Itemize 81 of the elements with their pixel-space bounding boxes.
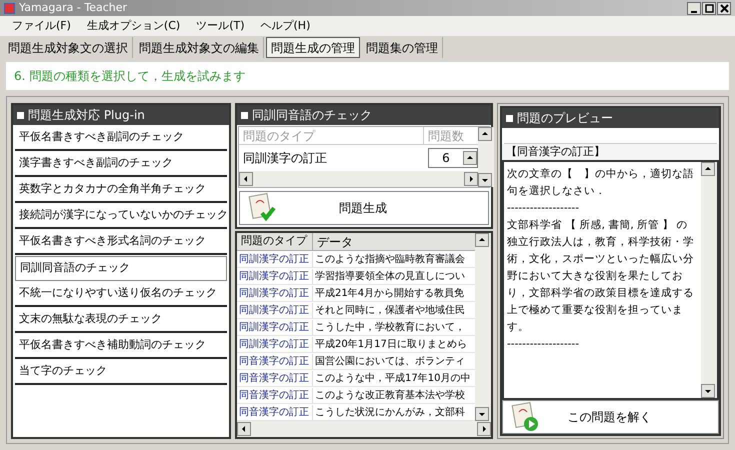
panel-title: 問題生成対応 Plug-in <box>28 107 145 124</box>
table-cell-text: こうした中，学校教育において， <box>314 320 466 334</box>
menu-item[interactable]: 生成オプション(C) <box>86 18 180 34</box>
table-cell-text: 平成21年4月から開始する教員免 <box>314 286 466 300</box>
table-cell: 同音漢字の訂正 <box>237 370 313 386</box>
plugin-item[interactable]: 漢字書きすべき副詞のチェック <box>15 152 227 177</box>
table-cell: 同音漢字の訂正 <box>237 354 313 368</box>
tab[interactable]: 問題生成対象文の選択 <box>4 37 133 58</box>
plugin-item[interactable]: 英数字とカタカナの全角半角チェック <box>15 178 227 203</box>
table-cell: 同訓漢字の訂正 <box>237 268 313 284</box>
plugin-item[interactable]: 文末の無駄な表現のチェック <box>15 308 227 333</box>
plugin-item[interactable]: 不統一になりやすい送り仮名のチェック <box>15 282 227 307</box>
table-cell: 同音漢字の訂正 <box>237 404 313 420</box>
document-check-icon <box>248 193 278 223</box>
preview-heading: 【同音漢字の訂正】 <box>502 144 719 160</box>
column-header: 問題のタイプ <box>239 127 424 144</box>
app-icon <box>4 2 15 14</box>
plugin-item[interactable]: 平仮名書きすべき補助動詞のチェック <box>15 334 227 359</box>
close-icon[interactable] <box>717 2 731 14</box>
tab[interactable]: 問題生成の管理 <box>266 37 360 58</box>
table-cell: 同訓漢字の訂正 <box>237 252 313 266</box>
preview-text: 文部科学省 【 所感, 書簡, 所管 】 の独立行政法人は，教育，科学技術・学術，文化，スポーツといった幅広い分野において大きな役割を果たしており，文部科学省の政策目標を達成する上で極めて重要な役割を担っています。 <box>507 218 695 335</box>
vertical-scrollbar[interactable] <box>701 162 717 398</box>
preview-text: ------------------- <box>507 337 580 352</box>
scroll-down-icon[interactable] <box>701 384 715 398</box>
column-header: データ <box>316 234 354 250</box>
minimize-icon[interactable] <box>687 2 701 14</box>
maximize-icon[interactable] <box>702 2 716 14</box>
table-cell-text: このような改正教育基本法や学校 <box>314 388 466 402</box>
scroll-up-icon[interactable] <box>478 127 492 141</box>
scroll-right-icon[interactable] <box>464 172 478 186</box>
table-cell-text: 平成20年1月17日に取りまとめら <box>314 338 468 352</box>
instruction-text: 6. 問題の種類を選択して，生成を試みます <box>6 62 729 90</box>
menu-item[interactable]: ヘルプ(H) <box>260 18 310 34</box>
table-cell-text: 国営公園においては、ボランティ <box>314 354 466 368</box>
tab[interactable]: 問題生成対象文の編集 <box>135 37 264 58</box>
panel-title: 問題のプレビュー <box>517 110 613 127</box>
menu-item[interactable]: ツール(T) <box>196 18 244 34</box>
plugin-item[interactable]: 接続詞が漢字になっていないかのチェック <box>15 204 227 229</box>
vertical-scrollbar[interactable] <box>475 233 491 421</box>
scroll-up-icon[interactable] <box>475 233 489 247</box>
generate-button[interactable]: 問題生成 <box>239 191 489 225</box>
table-cell: 同訓漢字の訂正 <box>237 336 313 352</box>
table-cell-text: 学習指導要領全体の見直しについ <box>314 270 466 284</box>
horizontal-scrollbar[interactable] <box>239 171 478 187</box>
square-icon <box>506 114 513 122</box>
horizontal-scrollbar[interactable] <box>237 421 491 437</box>
table-cell: 同訓漢字の訂正 <box>237 286 313 300</box>
window-title: Yamagara - Teacher <box>19 0 128 16</box>
column-header: 問題のタイプ <box>237 233 313 250</box>
vertical-scrollbar[interactable] <box>478 127 494 187</box>
scroll-left-icon[interactable] <box>237 422 251 436</box>
table-cell: 同訓漢字の訂正 <box>237 302 313 318</box>
scroll-down-icon[interactable] <box>478 173 492 187</box>
menu-item[interactable]: ファイル(F) <box>12 18 71 34</box>
column-header: 問題数 <box>427 128 465 144</box>
scroll-up-icon[interactable] <box>701 162 715 176</box>
table-cell-text: それと同時に，保護者や地域住民 <box>314 304 466 318</box>
tab[interactable]: 問題集の管理 <box>362 37 443 58</box>
table-cell: 同音漢字の訂正 <box>237 388 313 402</box>
plugin-item[interactable]: 平仮名書きすべき副詞のチェック <box>15 126 227 151</box>
table-cell-text: このような中，平成17年10月の中 <box>314 372 472 386</box>
preview-text: ------------------- <box>507 201 580 216</box>
table-cell: 同訓漢字の訂正 <box>237 320 313 334</box>
number-spinner[interactable]: 6 <box>428 148 478 168</box>
panel-title: 同訓同音語のチェック <box>252 107 372 124</box>
solve-button[interactable]: この問題を解く <box>502 400 719 434</box>
plugin-item[interactable]: 平仮名書きすべき形式名詞のチェック <box>15 230 227 255</box>
preview-text: 次の文章の【 】の中から，適切な語句を選択しなさい． <box>507 167 695 199</box>
scroll-right-icon[interactable] <box>477 422 491 436</box>
table-cell-text: 同訓漢字の訂正 <box>242 150 328 167</box>
table-cell-text: こうした状況にかんがみ，文部科 <box>314 406 466 420</box>
scroll-left-icon[interactable] <box>239 172 253 186</box>
document-play-icon <box>511 402 541 432</box>
square-icon <box>241 112 248 118</box>
spin-up-icon[interactable] <box>463 151 477 165</box>
scroll-down-icon[interactable] <box>475 407 489 421</box>
table-cell-text: このような指摘や臨時教育審議会 <box>314 252 466 266</box>
plugin-item[interactable]: 同訓同音語のチェック <box>15 256 227 281</box>
plugin-item[interactable]: 当て字のチェック <box>15 360 227 385</box>
square-icon <box>17 112 24 118</box>
